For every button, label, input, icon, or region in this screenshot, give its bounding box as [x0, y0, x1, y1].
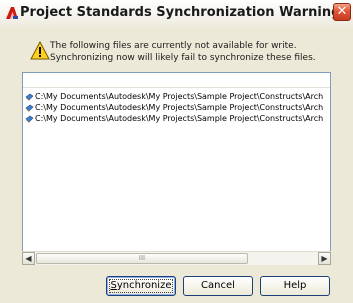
warning-icon — [30, 40, 50, 62]
cancel-button[interactable]: Cancel — [183, 276, 253, 296]
drawing-file-icon — [25, 115, 34, 123]
file-list-rows: C:\My Documents\Autodesk\My Projects\Sam… — [25, 91, 323, 124]
thumb-grip-icon: III — [138, 254, 146, 262]
drawing-file-icon — [25, 93, 34, 101]
help-label: Help — [283, 280, 307, 291]
file-path: C:\My Documents\Autodesk\My Projects\Sam… — [35, 92, 324, 101]
close-icon: ✕ — [336, 4, 348, 19]
autocad-a-icon — [4, 5, 20, 21]
help-button[interactable]: Help — [260, 276, 330, 296]
scroll-right-button[interactable]: ▶ — [318, 252, 331, 265]
warning-message: The following files are currently not av… — [50, 41, 316, 63]
title-bar[interactable]: Project Standards Synchronization Warnin… — [0, 0, 353, 30]
window-title: Project Standards Synchronization Warnin… — [20, 5, 341, 20]
file-path: C:\My Documents\Autodesk\My Projects\Sam… — [35, 103, 324, 112]
arrow-right-icon: ▶ — [321, 254, 328, 263]
drawing-file-icon — [25, 104, 34, 112]
cancel-label: Cancel — [201, 280, 235, 291]
scroll-left-button[interactable]: ◀ — [22, 252, 35, 265]
synchronize-focus-rect: Synchronize — [109, 279, 173, 293]
list-item[interactable]: C:\My Documents\Autodesk\My Projects\Sam… — [25, 113, 323, 124]
synchronize-label: ynchronize — [116, 280, 172, 291]
arrow-left-icon: ◀ — [25, 254, 32, 263]
file-list[interactable]: C:\My Documents\Autodesk\My Projects\Sam… — [22, 72, 331, 265]
horizontal-scrollbar[interactable]: ◀ III ▶ — [22, 251, 331, 265]
close-button[interactable]: ✕ — [333, 3, 351, 21]
list-header — [23, 73, 330, 88]
synchronize-button[interactable]: Synchronize — [106, 276, 176, 296]
list-item[interactable]: C:\My Documents\Autodesk\My Projects\Sam… — [25, 102, 323, 113]
scroll-thumb[interactable]: III — [36, 253, 248, 264]
list-item[interactable]: C:\My Documents\Autodesk\My Projects\Sam… — [25, 91, 323, 102]
file-path: C:\My Documents\Autodesk\My Projects\Sam… — [35, 114, 324, 123]
sync-warning-dialog: Project Standards Synchronization Warnin… — [0, 0, 353, 303]
